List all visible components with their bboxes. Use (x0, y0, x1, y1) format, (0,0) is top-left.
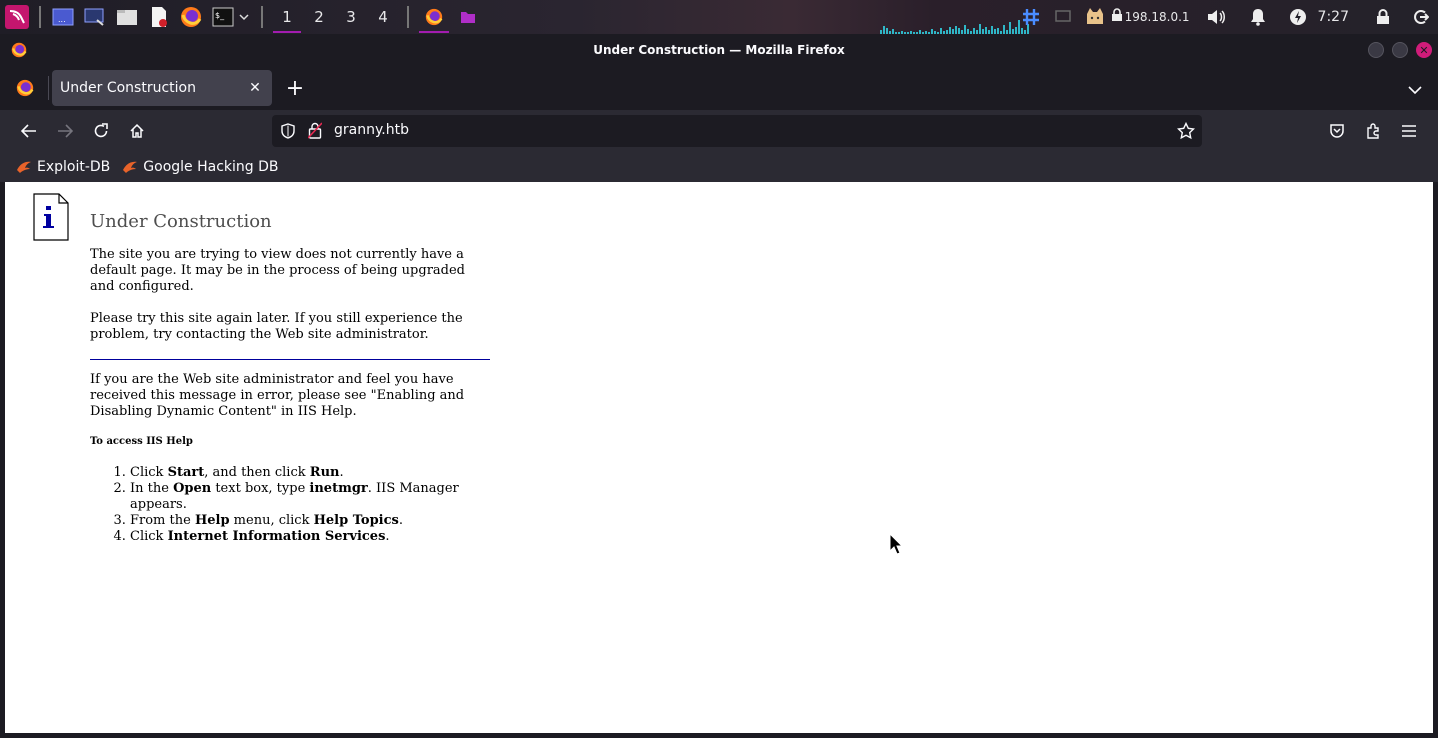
volume-icon[interactable] (1204, 5, 1228, 29)
taskbar-firefox[interactable] (417, 0, 451, 34)
window-close-button[interactable]: ✕ (1416, 42, 1432, 58)
svg-text:$_: $_ (215, 11, 225, 20)
reload-button[interactable] (89, 119, 113, 143)
bookmarks-bar: Exploit-DB Google Hacking DB (0, 152, 1438, 182)
exploitdb-icon (17, 161, 31, 173)
firefox-window-icon (11, 42, 27, 61)
insecure-lock-icon[interactable] (307, 122, 323, 143)
help-steps-list: Click Start, and then click Run. In the … (130, 465, 492, 545)
back-button[interactable] (17, 119, 41, 143)
file-manager-icon[interactable] (115, 5, 139, 29)
bookmark-exploit-db[interactable]: Exploit-DB (16, 159, 110, 175)
new-tab-button[interactable]: + (284, 76, 306, 101)
panel-separator (39, 6, 41, 28)
window-controls: ✕ (1368, 42, 1432, 58)
window-frame-right (1433, 182, 1438, 738)
lock-small-icon (1111, 8, 1123, 26)
info-document-icon (33, 193, 69, 245)
show-desktop-icon[interactable]: ... (51, 5, 75, 29)
ghdb-icon (123, 161, 138, 173)
hamburger-menu-icon[interactable] (1397, 119, 1421, 143)
help-heading: To access IIS Help (90, 436, 193, 447)
bookmark-label: Google Hacking DB (143, 159, 279, 175)
notification-bell-icon[interactable] (1246, 5, 1270, 29)
extensions-icon[interactable] (1361, 119, 1385, 143)
workspace-4[interactable]: 4 (367, 0, 399, 34)
nav-bar: granny.htb (0, 110, 1438, 152)
ip-address: 198.18.0.1 (1124, 10, 1190, 24)
logout-icon[interactable] (1409, 5, 1433, 29)
list-item: Click Start, and then click Run. (130, 465, 492, 481)
retry-paragraph: Please try this site again later. If you… (90, 311, 463, 342)
firefox-view-icon[interactable] (16, 79, 34, 101)
tab-label: Under Construction (60, 80, 196, 96)
lock-screen-icon[interactable] (1371, 5, 1395, 29)
text-editor-icon[interactable] (147, 5, 171, 29)
audio-visualizer (880, 10, 1030, 34)
intro-paragraph: The site you are trying to view does not… (90, 247, 465, 294)
tab-strip: Under Construction ✕ + (0, 66, 1438, 110)
pocket-icon[interactable] (1325, 119, 1349, 143)
list-all-tabs-icon[interactable] (1408, 80, 1422, 99)
iis-under-construction-page: Under Construction The site you are tryi… (90, 210, 492, 545)
window-title: Under Construction — Mozilla Firefox (593, 43, 845, 57)
close-tab-icon[interactable]: ✕ (246, 79, 264, 97)
system-panel: ... $_ 1 2 3 4 198.18.0.1 7:27 (0, 0, 1438, 34)
maximize-button[interactable] (1392, 42, 1408, 58)
display-icon[interactable] (1051, 5, 1075, 29)
workspace-1[interactable]: 1 (271, 0, 303, 34)
panel-separator (407, 6, 409, 28)
workspace-3[interactable]: 3 (335, 0, 367, 34)
tracking-protection-shield-icon[interactable] (280, 123, 296, 143)
list-item: From the Help menu, click Help Topics. (130, 513, 492, 529)
clock[interactable]: 7:27 (1318, 9, 1349, 25)
terminal-icon[interactable]: $_ (211, 5, 235, 29)
bookmark-star-icon[interactable] (1176, 121, 1196, 144)
panel-separator (261, 6, 263, 28)
chevron-down-icon[interactable] (239, 9, 249, 25)
admin-paragraph: If you are the Web site administrator an… (90, 372, 465, 419)
mouse-cursor-icon (889, 532, 904, 559)
vpn-grid-icon[interactable] (1019, 5, 1043, 29)
bookmark-google-hacking-db[interactable]: Google Hacking DB (122, 159, 279, 175)
workspace-2[interactable]: 2 (303, 0, 335, 34)
tab-separator (48, 76, 49, 100)
kali-menu-icon[interactable] (5, 5, 29, 29)
taskbar-folder[interactable] (451, 0, 485, 34)
window-titlebar[interactable]: Under Construction — Mozilla Firefox ✕ (0, 34, 1438, 66)
cat-avatar-icon[interactable] (1083, 5, 1107, 29)
svg-text:...: ... (58, 15, 66, 24)
screen-tool-icon[interactable] (83, 5, 107, 29)
divider (90, 359, 490, 360)
system-tray: 198.18.0.1 7:27 (1015, 0, 1438, 34)
firefox-launcher-icon[interactable] (179, 5, 203, 29)
window-frame-bottom (0, 733, 1438, 738)
forward-button[interactable] (53, 119, 77, 143)
page-viewport: Under Construction The site you are tryi… (5, 182, 1433, 733)
home-button[interactable] (125, 119, 149, 143)
page-title: Under Construction (90, 211, 272, 232)
minimize-button[interactable] (1368, 42, 1384, 58)
url-text[interactable]: granny.htb (334, 122, 409, 138)
power-manager-icon[interactable] (1286, 5, 1310, 29)
bookmark-label: Exploit-DB (37, 159, 111, 175)
tab-under-construction[interactable]: Under Construction ✕ (52, 70, 272, 106)
url-bar[interactable]: granny.htb (272, 115, 1202, 147)
list-item: In the Open text box, type inetmgr. IIS … (130, 481, 492, 513)
list-item: Click Internet Information Services. (130, 529, 492, 545)
